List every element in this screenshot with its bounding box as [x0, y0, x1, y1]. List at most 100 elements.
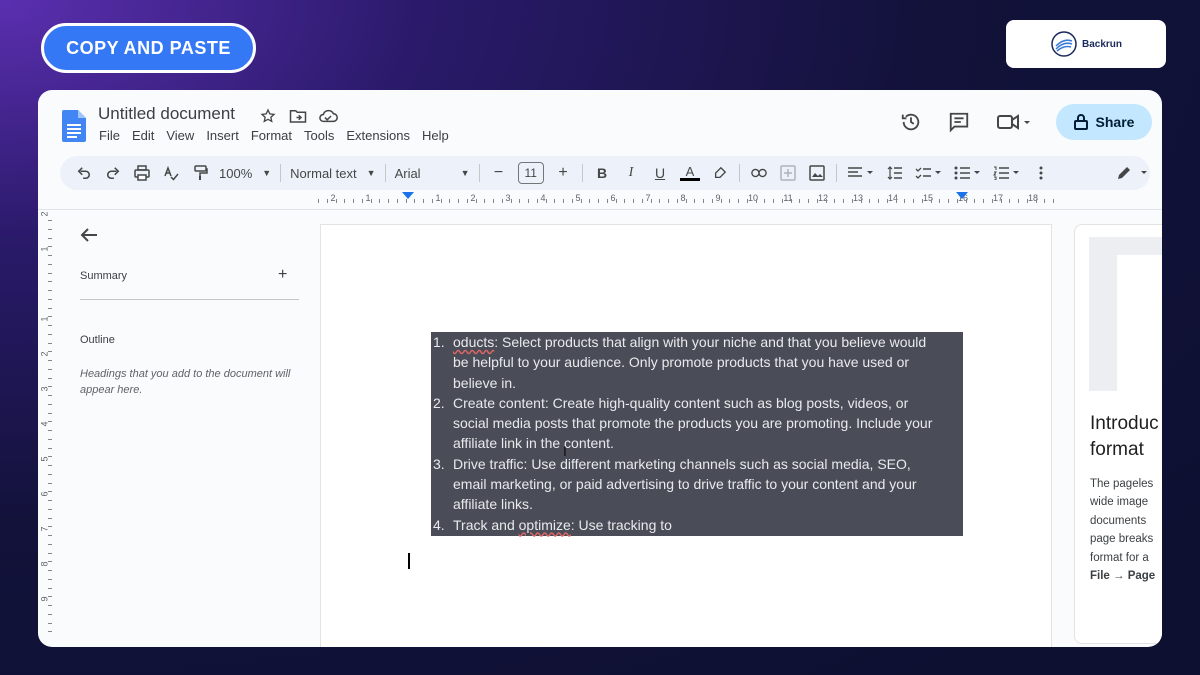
editing-mode-icon[interactable] [1116, 163, 1150, 183]
ruler-tick [501, 199, 503, 203]
ruler-number: 12 [817, 193, 829, 203]
ruler-tick [48, 447, 52, 449]
docs-logo-icon[interactable] [62, 110, 86, 142]
ruler-tick [48, 491, 52, 493]
ruler-tick [545, 199, 547, 203]
print-icon[interactable] [132, 163, 152, 183]
link-icon[interactable] [749, 163, 769, 183]
move-folder-icon[interactable] [288, 106, 308, 126]
add-comment-icon[interactable] [778, 163, 798, 183]
menu-edit[interactable]: Edit [132, 128, 154, 143]
line-spacing-icon[interactable] [885, 163, 905, 183]
toolbar-divider [739, 164, 740, 182]
document-page[interactable]: 1. oducts: Select products that align wi… [320, 224, 1052, 647]
ruler-tick [326, 199, 328, 203]
spellcheck-icon[interactable] [161, 163, 181, 183]
misspelled-word[interactable]: oducts [453, 334, 494, 350]
highlight-icon[interactable] [710, 163, 730, 183]
ruler-tick [615, 199, 617, 203]
panel-body: The pageles wide image documents page br… [1090, 475, 1155, 585]
ruler-tick [458, 199, 459, 203]
style-select[interactable]: Normal text ▼ [290, 166, 375, 181]
selected-text-block[interactable]: 1. oducts: Select products that align wi… [431, 332, 963, 536]
menu-file[interactable]: File [99, 128, 120, 143]
ruler-tick [659, 199, 661, 203]
feature-intro-panel[interactable]: Introduc format The pageles wide image d… [1074, 224, 1162, 644]
mouse-ibeam-cursor: I [563, 443, 567, 459]
left-indent-marker[interactable] [402, 192, 414, 199]
ruler-tick [48, 377, 52, 379]
ruler-tick [519, 199, 521, 203]
summary-heading: Summary [80, 270, 128, 282]
comments-icon[interactable] [946, 109, 972, 135]
decrease-font-size-icon[interactable]: − [489, 163, 509, 183]
ruler-tick [746, 199, 748, 203]
ruler-tick [650, 199, 652, 203]
vertical-ruler: 21123456789 [38, 211, 54, 640]
chevron-down-icon: ▼ [366, 168, 376, 178]
list-text: : Select products that align with your n… [494, 334, 927, 350]
ruler-tick [48, 587, 52, 589]
ruler-tick [965, 199, 967, 203]
ruler-tick [388, 199, 389, 203]
zoom-select[interactable]: 100% ▼ [219, 166, 271, 181]
back-arrow-icon[interactable] [78, 224, 100, 246]
toolbar-divider [280, 164, 282, 182]
ruler-tick [886, 199, 888, 203]
insert-image-icon[interactable] [807, 163, 827, 183]
font-size-input[interactable]: 11 [517, 162, 544, 184]
meet-video-icon[interactable] [994, 109, 1034, 135]
ruler-tick [633, 199, 634, 203]
italic-button[interactable]: I [621, 163, 641, 183]
chevron-down-icon: ▼ [262, 168, 272, 178]
google-docs-window: Untitled document File Edit View Insert … [38, 90, 1162, 647]
font-value: Arial [394, 165, 421, 181]
ruler-tick [563, 199, 564, 203]
menu-view[interactable]: View [166, 128, 194, 143]
ruler-number: 15 [922, 193, 934, 203]
right-indent-marker[interactable] [956, 192, 968, 199]
ruler-tick [1044, 199, 1046, 203]
ruler-tick [48, 570, 52, 571]
cloud-status-icon[interactable] [318, 106, 338, 126]
ruler-tick [48, 342, 52, 344]
menu-tools[interactable]: Tools [304, 128, 334, 143]
align-left-icon[interactable] [846, 163, 876, 183]
ruler-tick [48, 412, 52, 414]
ruler-tick [48, 307, 52, 309]
bulleted-list-icon[interactable] [953, 163, 983, 183]
ruler-divider [38, 209, 1162, 210]
numbered-list-icon[interactable] [992, 163, 1022, 183]
menu-help[interactable]: Help [422, 128, 449, 143]
menu-extensions[interactable]: Extensions [346, 128, 410, 143]
paint-format-icon[interactable] [190, 163, 210, 183]
ruler-number: 10 [747, 193, 759, 203]
more-options-icon[interactable] [1031, 163, 1051, 183]
share-button[interactable]: Share [1056, 104, 1152, 140]
star-icon[interactable] [258, 106, 278, 126]
ruler-tick [48, 403, 52, 405]
toolbar-divider [582, 164, 583, 182]
ruler-tick [48, 438, 52, 440]
menu-format[interactable]: Format [251, 128, 292, 143]
checklist-icon[interactable] [914, 163, 944, 183]
increase-font-size-icon[interactable]: + [553, 163, 573, 183]
font-select[interactable]: Arial ▼ [395, 166, 470, 181]
menu-insert[interactable]: Insert [206, 128, 239, 143]
document-title[interactable]: Untitled document [98, 104, 235, 124]
ruler-tick [528, 199, 529, 203]
text-color-button[interactable]: A [679, 163, 701, 183]
redo-icon[interactable] [103, 163, 123, 183]
version-history-icon[interactable] [898, 109, 924, 135]
list-item: 2. Create content: Create high-quality c… [431, 393, 963, 454]
bold-button[interactable]: B [592, 163, 612, 183]
add-summary-icon[interactable]: + [278, 266, 287, 284]
misspelled-word[interactable]: optimize [519, 517, 571, 533]
ruler-tick [48, 605, 52, 606]
ruler-tick [1026, 199, 1028, 203]
underline-button[interactable]: U [650, 163, 670, 183]
undo-icon[interactable] [74, 163, 94, 183]
ruler-tick [396, 199, 398, 203]
ruler-tick [48, 246, 52, 248]
ruler-tick [48, 281, 52, 283]
